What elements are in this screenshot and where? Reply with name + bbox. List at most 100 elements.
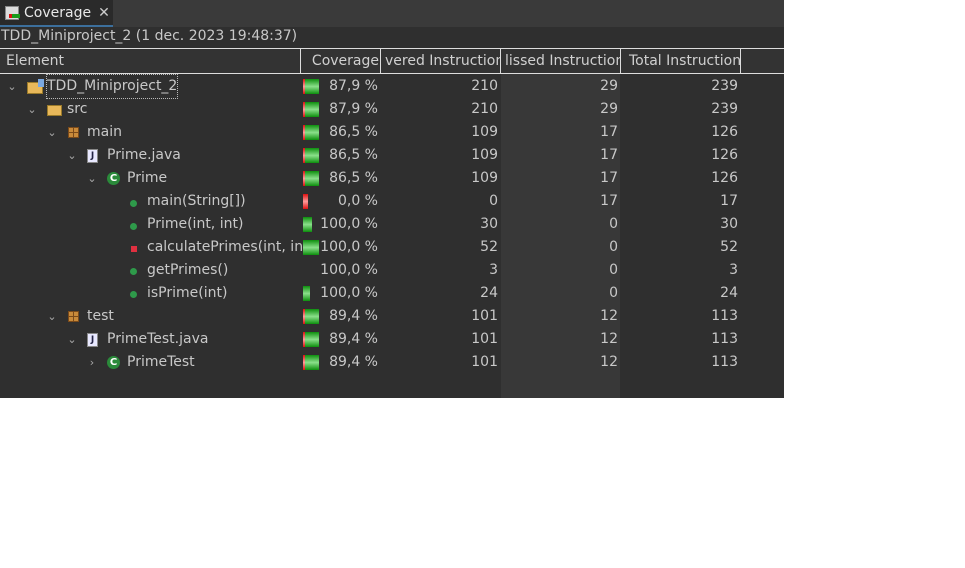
missed-instructions-value: 29	[600, 78, 618, 94]
element-name: main(String[])	[147, 193, 246, 209]
missed-instructions-value: 0	[609, 262, 618, 278]
coverage-value: 89,4 %	[329, 308, 378, 324]
package-icon	[67, 310, 81, 324]
element-name: PrimeTest.java	[107, 331, 209, 347]
table-row[interactable]: › C PrimeTest 89,4 % 101 12 113	[0, 351, 784, 374]
table-row[interactable]: ⌄ src 87,9 % 210 29 239	[0, 98, 784, 121]
session-label: TDD_Miniproject_2 (1 dec. 2023 19:48:37)	[1, 28, 298, 44]
total-instructions-value: 113	[711, 308, 738, 324]
table-row[interactable]: ⌄ J Prime.java 86,5 % 109 17 126	[0, 144, 784, 167]
missed-instructions-value: 0	[609, 216, 618, 232]
column-header-total-instructions[interactable]: Total Instructions	[621, 49, 741, 73]
table-row[interactable]: ⌄ TDD_Miniproject_2 87,9 % 210 29 239	[0, 74, 784, 99]
public-method-icon	[130, 264, 144, 278]
covered-instructions-value: 3	[489, 262, 498, 278]
total-instructions-value: 126	[711, 147, 738, 163]
table-row[interactable]: ⌄ test 89,4 % 101 12 113	[0, 305, 784, 328]
missed-instructions-value: 12	[600, 308, 618, 324]
missed-instructions-value: 0	[609, 285, 618, 301]
element-name: PrimeTest	[127, 354, 195, 370]
coverage-icon	[5, 5, 20, 20]
table-header: Element Coverage vered Instructions liss…	[0, 48, 784, 74]
chevron-down-icon[interactable]: ⌄	[66, 144, 78, 167]
chevron-right-icon[interactable]: ›	[86, 351, 98, 374]
coverage-value: 100,0 %	[320, 262, 378, 278]
table-row[interactable]: main(String[]) 0,0 % 0 17 17	[0, 190, 784, 213]
source-folder-icon	[47, 103, 62, 117]
element-name: src	[67, 101, 88, 117]
chevron-down-icon[interactable]: ⌄	[46, 305, 58, 328]
table-row[interactable]: isPrime(int) 100,0 % 24 0 24	[0, 282, 784, 305]
missed-instructions-value: 12	[600, 331, 618, 347]
coverage-value: 89,4 %	[329, 331, 378, 347]
sort-descending-icon: ﹀	[555, 49, 565, 54]
covered-instructions-value: 101	[471, 308, 498, 324]
column-header-coverage[interactable]: Coverage	[301, 49, 381, 73]
total-instructions-value: 3	[729, 262, 738, 278]
missed-instructions-value: 17	[600, 147, 618, 163]
chevron-down-icon[interactable]: ⌄	[46, 121, 58, 144]
covered-instructions-value: 101	[471, 354, 498, 370]
project-icon	[27, 79, 44, 94]
covered-instructions-value: 101	[471, 331, 498, 347]
private-method-icon	[130, 241, 144, 255]
missed-instructions-value: 17	[600, 170, 618, 186]
element-name: calculatePrimes(int, int)	[147, 239, 315, 255]
total-instructions-value: 24	[720, 285, 738, 301]
coverage-value: 87,9 %	[329, 78, 378, 94]
element-name: test	[87, 308, 114, 324]
covered-instructions-value: 30	[480, 216, 498, 232]
covered-instructions-value: 109	[471, 170, 498, 186]
close-icon[interactable]: ✕	[98, 5, 110, 21]
covered-instructions-value: 210	[471, 101, 498, 117]
missed-instructions-value: 0	[609, 239, 618, 255]
element-name: isPrime(int)	[147, 285, 228, 301]
column-header-covered-instructions[interactable]: vered Instructions	[381, 49, 501, 73]
total-instructions-value: 113	[711, 331, 738, 347]
total-instructions-value: 17	[720, 193, 738, 209]
column-header-element[interactable]: Element	[0, 49, 301, 73]
chevron-down-icon[interactable]: ⌄	[26, 98, 38, 121]
coverage-value: 86,5 %	[329, 147, 378, 163]
coverage-value: 87,9 %	[329, 101, 378, 117]
test-class-icon: C	[107, 356, 121, 370]
table-row[interactable]: Prime(int, int) 100,0 % 30 0 30	[0, 213, 784, 236]
element-name: Prime	[127, 170, 168, 186]
element-name: Prime(int, int)	[147, 216, 244, 232]
total-instructions-value: 126	[711, 124, 738, 140]
missed-instructions-value: 12	[600, 354, 618, 370]
element-name: TDD_Miniproject_2	[45, 74, 179, 99]
table-row[interactable]: getPrimes() 100,0 % 3 0 3	[0, 259, 784, 282]
total-instructions-value: 52	[720, 239, 738, 255]
total-instructions-value: 126	[711, 170, 738, 186]
total-instructions-value: 30	[720, 216, 738, 232]
static-method-icon	[130, 195, 144, 209]
total-instructions-value: 239	[711, 101, 738, 117]
table-row[interactable]: calculatePrimes(int, int) 100,0 % 52 0 52	[0, 236, 784, 259]
table-row[interactable]: ⌄ main 86,5 % 109 17 126	[0, 121, 784, 144]
coverage-value: 89,4 %	[329, 354, 378, 370]
total-instructions-value: 239	[711, 78, 738, 94]
table-row[interactable]: ⌄ C Prime 86,5 % 109 17 126	[0, 167, 784, 190]
covered-instructions-value: 52	[480, 239, 498, 255]
chevron-down-icon[interactable]: ⌄	[86, 167, 98, 190]
element-name: Prime.java	[107, 147, 181, 163]
covered-instructions-value: 109	[471, 147, 498, 163]
covered-instructions-value: 210	[471, 78, 498, 94]
constructor-icon	[130, 218, 144, 232]
missed-instructions-value: 29	[600, 101, 618, 117]
tab-bar: Coverage ✕	[0, 0, 784, 27]
element-name: getPrimes()	[147, 262, 229, 278]
missed-instructions-value: 17	[600, 193, 618, 209]
tab-coverage[interactable]: Coverage ✕	[0, 0, 113, 27]
column-header-missed-instructions[interactable]: lissed Instructions ﹀	[501, 49, 621, 73]
coverage-value: 100,0 %	[320, 285, 378, 301]
coverage-value: 100,0 %	[320, 239, 378, 255]
element-name: main	[87, 124, 122, 140]
covered-instructions-value: 24	[480, 285, 498, 301]
chevron-down-icon[interactable]: ⌄	[6, 75, 18, 98]
coverage-value: 0,0 %	[337, 193, 378, 209]
table-row[interactable]: ⌄ J PrimeTest.java 89,4 % 101 12 113	[0, 328, 784, 351]
chevron-down-icon[interactable]: ⌄	[66, 328, 78, 351]
missed-instructions-value: 17	[600, 124, 618, 140]
